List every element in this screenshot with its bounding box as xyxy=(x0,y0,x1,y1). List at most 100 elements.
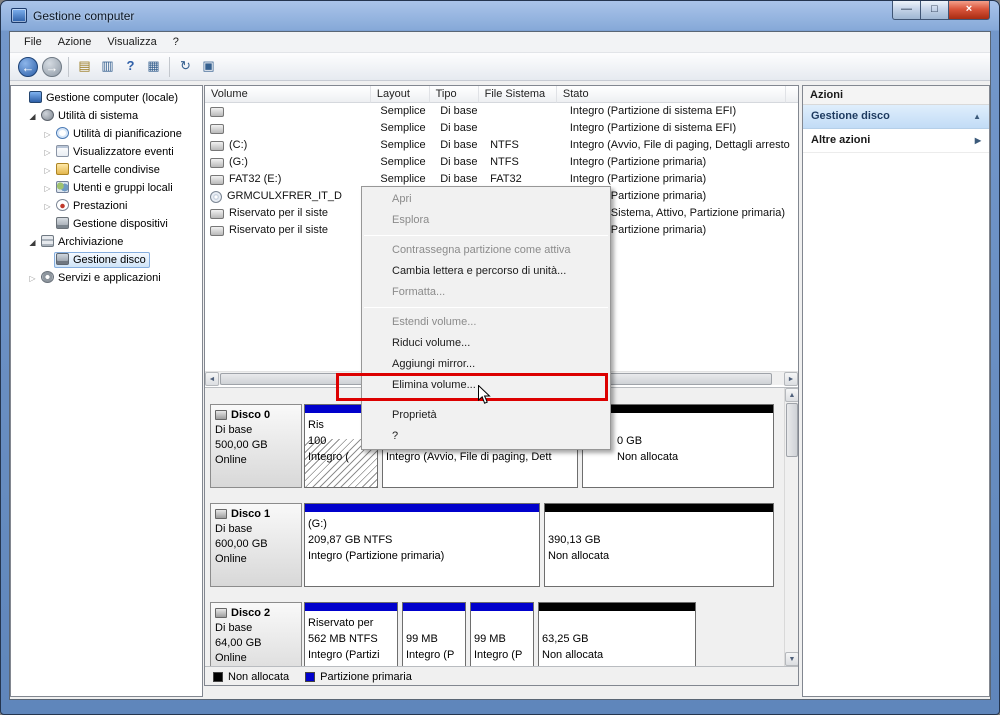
column-header-volume[interactable]: Volume xyxy=(205,86,371,103)
partition-2-0[interactable]: Riservato per 562 MB NTFS Integro (Partizi xyxy=(304,602,398,666)
scroll-down-arrow-icon[interactable]: ▼ xyxy=(785,652,798,666)
event-viewer-icon xyxy=(56,145,69,157)
minimize-button[interactable]: — xyxy=(892,1,921,20)
tree-item-visualizzatore-eventi[interactable]: ▷ Visualizzatore eventi xyxy=(11,143,202,161)
column-header-file-sistema[interactable]: File Sistema xyxy=(478,86,557,103)
show-action-pane-button[interactable]: ▦ xyxy=(142,55,165,78)
refresh-button[interactable]: ↻ xyxy=(174,55,197,78)
column-header-tipo[interactable]: Tipo xyxy=(429,86,479,103)
disk-icon xyxy=(210,225,224,236)
volume-row[interactable]: Semplice Di base Integro (Partizione di si… xyxy=(205,120,798,137)
context-menu-item-help[interactable]: ? xyxy=(362,426,610,447)
tree-item-cartelle-condivise[interactable]: ▷ Cartelle condivise xyxy=(11,161,202,179)
partition-color-band xyxy=(545,504,773,512)
collapsed-arrow-icon[interactable]: ▷ xyxy=(26,270,39,287)
collapsed-arrow-icon[interactable]: ▷ xyxy=(41,126,54,143)
collapsed-arrow-icon[interactable]: ▷ xyxy=(41,180,54,197)
context-menu-item-riduci-volume[interactable]: Riduci volume... xyxy=(362,333,610,354)
tree-item-servizi-e-applicazioni[interactable]: ▷ Servizi e applicazioni xyxy=(11,269,202,287)
forward-button[interactable]: → xyxy=(42,56,62,77)
partition-1-0[interactable]: (G:) 209,87 GB NTFS Integro (Partizione pr… xyxy=(304,503,540,587)
volume-row[interactable]: (C:) Semplice Di base NTFS Integro (Avvio, F… xyxy=(205,137,798,154)
tree-item-prestazioni[interactable]: ▷ Prestazioni xyxy=(11,197,202,215)
context-menu-item-aggiungi-mirror[interactable]: Aggiungi mirror... xyxy=(362,354,610,375)
partition-body: 0 GB Non allocata xyxy=(583,413,773,487)
context-menu-item-proprieta[interactable]: Proprietà xyxy=(362,405,610,426)
disk-icon xyxy=(215,509,227,519)
action-section-gestione-disco[interactable]: Gestione disco ▲ xyxy=(803,105,989,129)
partition-1-1[interactable]: 390,13 GB Non allocata xyxy=(544,503,774,587)
context-menu-item-esplora: Esplora xyxy=(392,214,430,226)
chevron-right-icon[interactable]: ▶ xyxy=(975,129,981,152)
tree-item-body: Visualizzatore eventi xyxy=(54,144,178,160)
disk-view-button[interactable]: ▣ xyxy=(197,55,220,78)
collapsed-arrow-icon[interactable]: ▷ xyxy=(41,162,54,179)
volume-name: Riservato per il siste xyxy=(229,224,329,236)
partition-text: Non allocata xyxy=(542,649,604,661)
disk-icon xyxy=(210,140,224,151)
disk-icon xyxy=(210,123,224,134)
scroll-right-arrow-icon[interactable]: ► xyxy=(784,372,798,386)
action-label: Gestione disco xyxy=(811,110,890,122)
partition-2-3[interactable]: 63,25 GB Non allocata xyxy=(538,602,696,666)
disk-label-0[interactable]: Disco 0 Di base 500,00 GB Online xyxy=(210,404,302,488)
disk-row-2: Disco 2 Di base 64,00 GB Online Riservato pe… xyxy=(210,602,696,666)
shared-folders-icon xyxy=(56,163,69,175)
column-header-layout[interactable]: Layout xyxy=(370,86,430,103)
expanded-arrow-icon[interactable]: ◢ xyxy=(26,234,39,251)
vertical-scroll-thumb[interactable] xyxy=(786,403,798,457)
volume-cell-fs xyxy=(484,120,564,137)
close-button[interactable]: × xyxy=(949,1,990,20)
volume-row[interactable]: Semplice Di base Integro (Partizione di si… xyxy=(205,103,798,120)
help-button[interactable]: ? xyxy=(119,55,142,78)
back-button[interactable]: ← xyxy=(18,56,38,77)
expanded-arrow-icon[interactable]: ◢ xyxy=(26,108,39,125)
menu-azione[interactable]: Azione xyxy=(50,32,100,53)
chevron-up-icon[interactable]: ▲ xyxy=(973,105,981,128)
tree-item-utilita-di-pianificazione[interactable]: ▷ Utilità di pianificazione xyxy=(11,125,202,143)
tree-item-gestione-computer-locale[interactable]: ▷Gestione computer (locale) xyxy=(11,89,202,107)
menu-file[interactable]: File xyxy=(16,32,50,53)
disk-label-2[interactable]: Disco 2 Di base 64,00 GB Online xyxy=(210,602,302,666)
disk-label-1[interactable]: Disco 1 Di base 600,00 GB Online xyxy=(210,503,302,587)
tree-item-body: Utilità di sistema xyxy=(39,108,142,124)
partition-2-1[interactable]: 99 MB Integro (P xyxy=(402,602,466,666)
legend-label: Partizione primaria xyxy=(320,671,412,683)
disk-info-line: Online xyxy=(215,553,247,565)
tree-item-gestione-dispositivi[interactable]: ▷Gestione dispositivi xyxy=(11,215,202,233)
partition-2-2[interactable]: 99 MB Integro (P xyxy=(470,602,534,666)
vertical-scrollbar[interactable]: ▲ ▼ xyxy=(784,388,798,666)
tree-item-utilita-di-sistema[interactable]: ◢ Utilità di sistema xyxy=(11,107,202,125)
tree-item-label: Servizi e applicazioni xyxy=(58,272,161,284)
menu-visualizza[interactable]: Visualizza xyxy=(99,32,164,53)
context-menu-item-cambia-lettera-e-percorso-di-unita[interactable]: Cambia lettera e percorso di unità... xyxy=(362,261,610,282)
partition-text: Integro (P xyxy=(474,649,523,661)
tree-item-label: Gestione disco xyxy=(73,254,146,266)
menu-help[interactable]: ? xyxy=(165,32,187,53)
tree-item-body: Utenti e gruppi locali xyxy=(54,180,177,196)
titlebar[interactable]: Gestione computer — □ × xyxy=(1,1,999,31)
tree-item-archiviazione[interactable]: ◢ Archiviazione xyxy=(11,233,202,251)
collapsed-arrow-icon[interactable]: ▷ xyxy=(41,144,54,161)
task-scheduler-icon xyxy=(56,127,69,139)
window-controls: — □ × xyxy=(892,1,990,20)
collapsed-arrow-icon[interactable]: ▷ xyxy=(41,198,54,215)
export-list-button[interactable]: ▥ xyxy=(96,55,119,78)
scroll-up-arrow-icon[interactable]: ▲ xyxy=(785,388,798,402)
volume-row[interactable]: (G:) Semplice Di base NTFS Integro (Partizio… xyxy=(205,154,798,171)
toolbar: ← → ▤ ▥? ▦ ↻ ▣ xyxy=(10,53,990,81)
volume-cell-tipo: Di base xyxy=(440,139,478,151)
disk-row-1: Disco 1 Di base 600,00 GB Online (G:) 209,87 … xyxy=(210,503,774,587)
show-console-tree-button[interactable]: ▤ xyxy=(73,55,96,78)
maximize-button[interactable]: □ xyxy=(921,1,949,20)
tree-item-gestione-disco[interactable]: ▷Gestione disco xyxy=(11,251,202,269)
partition-color-band xyxy=(403,603,465,611)
tree-item-utenti-e-gruppi-locali[interactable]: ▷ Utenti e gruppi locali xyxy=(11,179,202,197)
actions-panel: Azioni Gestione disco ▲ Altre azioni ▶ xyxy=(802,85,990,697)
partition-body: 99 MB Integro (P xyxy=(403,611,465,666)
scroll-left-arrow-icon[interactable]: ◄ xyxy=(205,372,219,386)
action-section-altre-azioni[interactable]: Altre azioni ▶ xyxy=(803,129,989,153)
volume-cell-stato: Integro (Avvio, File di paging, Dettagli… xyxy=(569,139,790,151)
column-header-stato[interactable]: Stato xyxy=(556,86,787,103)
tree-item-label: Prestazioni xyxy=(73,200,128,212)
